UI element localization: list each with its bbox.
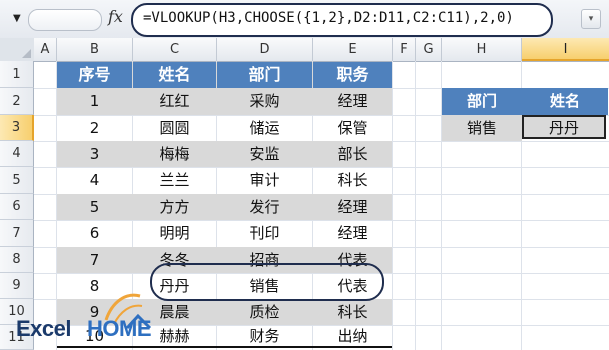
lookup-result-cell-i3[interactable]: 丹丹	[522, 115, 606, 139]
cell-position[interactable]: 保管	[313, 115, 392, 141]
cell-position[interactable]: 经理	[313, 194, 392, 220]
cell-index[interactable]: 4	[57, 167, 132, 194]
cell-name[interactable]: 方方	[133, 194, 216, 220]
cell-position[interactable]: 经理	[313, 88, 392, 115]
column-header-g[interactable]: G	[416, 38, 442, 61]
header-name: 姓名	[133, 62, 216, 88]
cell-position[interactable]: 科长	[313, 299, 392, 325]
column-header-a[interactable]: A	[34, 38, 57, 61]
cell-index[interactable]: 5	[57, 194, 132, 220]
cell-department[interactable]: 安监	[217, 141, 312, 167]
header-department: 部门	[217, 62, 312, 88]
column-header-i[interactable]: I	[522, 38, 609, 61]
cell-department[interactable]: 发行	[217, 194, 312, 220]
cell-department[interactable]: 采购	[217, 88, 312, 115]
row-header-2[interactable]: 2	[0, 88, 34, 115]
lookup-header-name: 姓名	[522, 88, 608, 115]
row-header-3[interactable]: 3	[0, 115, 34, 141]
lookup-input-cell-h3[interactable]: 销售	[442, 115, 522, 141]
formula-bar: ▼ fx =VLOOKUP(H3,CHOOSE({1,2},D2:D11,C2:…	[0, 0, 609, 39]
cell-name[interactable]: 红红	[133, 88, 216, 115]
formula-input[interactable]: =VLOOKUP(H3,CHOOSE({1,2},D2:D11,C2:C11),…	[131, 3, 553, 37]
cell-name[interactable]: 兰兰	[133, 167, 216, 194]
cell-department[interactable]: 刊印	[217, 220, 312, 247]
name-box[interactable]	[28, 9, 102, 31]
column-header-c[interactable]: C	[133, 38, 217, 61]
column-header-e[interactable]: E	[313, 38, 393, 61]
cell-index[interactable]: 1	[57, 88, 132, 115]
formula-text: =VLOOKUP(H3,CHOOSE({1,2},D2:D11,C2:C11),…	[143, 10, 514, 26]
cell-index[interactable]: 3	[57, 141, 132, 167]
cell-name[interactable]: 梅梅	[133, 141, 216, 167]
cell-position[interactable]: 科长	[313, 167, 392, 194]
row-header-8[interactable]: 8	[0, 247, 34, 273]
row-header-7[interactable]: 7	[0, 220, 34, 247]
column-header-row: A B C D E F G H I	[0, 38, 609, 62]
select-all-button[interactable]	[0, 38, 35, 61]
cell-position[interactable]: 经理	[313, 220, 392, 247]
row-header-6[interactable]: 6	[0, 194, 34, 220]
header-position: 职务	[313, 62, 392, 88]
excelhome-logo: Excel HOME	[14, 286, 184, 350]
logo-text-home: HOME	[87, 316, 152, 341]
expand-formula-bar-icon[interactable]: ▾	[581, 9, 601, 29]
cell-name[interactable]: 明明	[133, 220, 216, 247]
cell-position[interactable]: 部长	[313, 141, 392, 167]
cell-department[interactable]: 财务	[217, 325, 312, 347]
cell-index[interactable]: 2	[57, 115, 132, 141]
column-header-f[interactable]: F	[393, 38, 416, 61]
cell-department[interactable]: 储运	[217, 115, 312, 141]
row-header-5[interactable]: 5	[0, 167, 34, 194]
column-header-h[interactable]: H	[442, 38, 522, 61]
cell-name[interactable]: 圆圆	[133, 115, 216, 141]
cell-index[interactable]: 7	[57, 247, 132, 273]
logo-text-excel: Excel	[16, 316, 72, 341]
lookup-header-department: 部门	[442, 88, 522, 115]
header-index: 序号	[57, 62, 132, 88]
fx-icon[interactable]: fx	[108, 7, 123, 26]
row-header-1[interactable]: 1	[0, 61, 34, 88]
cell-department[interactable]: 质检	[217, 299, 312, 325]
cell-index[interactable]: 6	[57, 220, 132, 247]
name-box-dropdown-icon[interactable]: ▼	[13, 13, 21, 24]
cell-department[interactable]: 审计	[217, 167, 312, 194]
cell-position[interactable]: 出纳	[313, 325, 392, 347]
row-header-4[interactable]: 4	[0, 141, 34, 167]
column-header-b[interactable]: B	[57, 38, 133, 61]
column-header-d[interactable]: D	[217, 38, 313, 61]
matched-row-highlight	[150, 263, 384, 301]
